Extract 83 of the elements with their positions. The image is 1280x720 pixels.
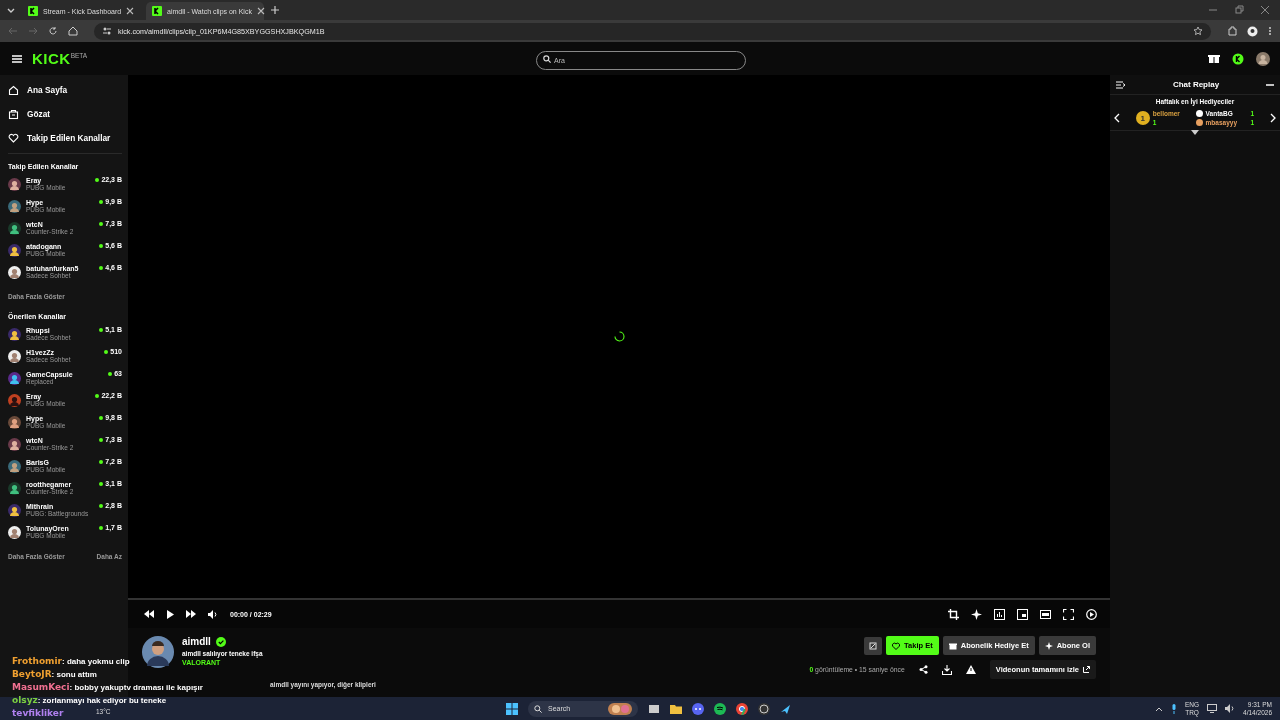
live-dot-icon (108, 371, 113, 376)
gift-icon (948, 641, 957, 650)
new-tab-icon[interactable] (270, 5, 280, 15)
close-icon[interactable] (256, 7, 265, 15)
sparkle-icon[interactable] (971, 608, 982, 620)
gift-box-icon[interactable] (1208, 53, 1220, 64)
kick-icon (28, 6, 38, 16)
browse-icon (8, 108, 19, 120)
live-dot-icon (99, 221, 104, 226)
fullscreen-icon[interactable] (1063, 608, 1074, 620)
expand-icon[interactable] (1191, 130, 1199, 136)
microphone-icon[interactable] (1171, 703, 1177, 714)
chat-overlay-message: MasumKeci: bobby yakuptv draması ile kapışır (11, 682, 203, 692)
live-dot-icon (99, 199, 104, 204)
task-view-icon[interactable] (648, 702, 660, 715)
volume-icon[interactable] (1225, 704, 1236, 713)
search-icon (534, 704, 542, 713)
live-dot-icon (99, 503, 104, 508)
fast-forward-icon[interactable] (186, 610, 196, 618)
heart-icon (892, 641, 901, 650)
more-icon[interactable] (1268, 26, 1272, 36)
music-app-icon[interactable] (714, 702, 726, 715)
stats-icon[interactable] (994, 608, 1005, 620)
settings-icon[interactable] (1086, 608, 1097, 620)
heart-icon (8, 132, 19, 144)
live-dot-icon (99, 243, 104, 248)
external-link-icon (1083, 666, 1090, 673)
streamer-name[interactable]: aimdll (182, 636, 211, 647)
live-dot-icon (99, 327, 104, 332)
site-settings-icon[interactable] (102, 26, 112, 36)
live-dot-icon (99, 459, 104, 464)
folder-icon[interactable] (670, 702, 682, 715)
live-dot-icon (99, 437, 104, 442)
share-icon[interactable] (918, 665, 928, 674)
start-icon[interactable] (506, 702, 518, 715)
rewind-icon[interactable] (144, 610, 154, 618)
home-icon[interactable] (68, 26, 78, 36)
kick-icon (152, 6, 162, 16)
kick-coin-icon[interactable] (1232, 52, 1244, 65)
close-icon[interactable] (126, 7, 135, 15)
live-dot-icon (99, 481, 104, 486)
loading-spinner-icon (613, 331, 625, 342)
chat-overlay-message: olsyz: zorlanmayı hak ediyor bu teneke (11, 695, 167, 705)
sparkle-icon (1044, 641, 1053, 650)
avatar-icon[interactable] (1256, 51, 1270, 66)
live-dot-icon (99, 415, 104, 420)
restore-icon[interactable] (1234, 5, 1244, 15)
next-icon[interactable] (1269, 113, 1276, 123)
download-icon[interactable] (941, 664, 952, 675)
nav-link[interactable]: Ana Sayfa (8, 78, 122, 102)
warning-icon[interactable] (965, 665, 976, 674)
previous-icon[interactable] (1114, 113, 1120, 123)
rank-badge: 1 (1135, 111, 1150, 125)
edit-icon[interactable] (864, 636, 883, 655)
chat-overlay-message: Frothomir: daha yokmu clip (11, 656, 130, 666)
menu-icon[interactable] (12, 54, 22, 63)
live-dot-icon (99, 265, 104, 270)
live-dot-icon (104, 349, 109, 354)
home-icon (8, 84, 19, 96)
picture-in-picture-icon[interactable] (1017, 608, 1028, 620)
chevron-up-icon[interactable] (1155, 705, 1163, 712)
nav-link[interactable]: Takip Edilen Kanallar (8, 126, 122, 150)
volume-icon[interactable] (208, 609, 218, 619)
collapse-icon[interactable] (1116, 80, 1126, 89)
search-icon (543, 55, 551, 63)
profile-icon[interactable] (1247, 25, 1258, 37)
browser-icon[interactable] (736, 702, 748, 715)
crop-icon[interactable] (948, 608, 959, 620)
chat-app-icon[interactable] (692, 702, 704, 715)
chat-title: Chat Replay (1172, 80, 1220, 89)
chat-overlay-message: tevfikliker (11, 708, 64, 718)
live-dot-icon (95, 177, 100, 182)
live-dot-icon (99, 525, 104, 530)
live-dot-icon (95, 393, 100, 398)
chat-overlay-message: BeytoJR: sonu attım (11, 669, 97, 679)
nav-link[interactable]: Gözat (8, 102, 122, 126)
theater-mode-icon[interactable] (1040, 608, 1051, 620)
network-icon[interactable] (1207, 704, 1218, 713)
reload-icon[interactable] (48, 26, 58, 36)
star-icon[interactable] (1193, 26, 1203, 36)
more-icon[interactable] (1266, 82, 1274, 87)
close-icon[interactable] (1260, 5, 1270, 15)
play-icon[interactable] (166, 609, 174, 619)
